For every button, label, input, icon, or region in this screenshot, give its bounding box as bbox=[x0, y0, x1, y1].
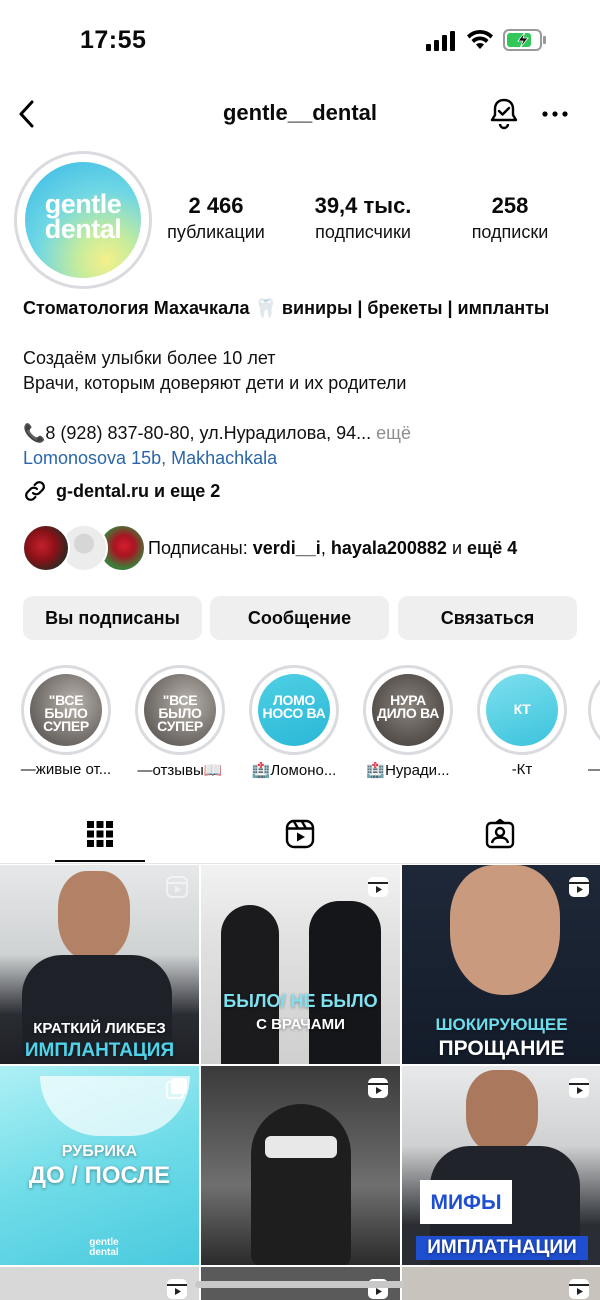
reel-icon bbox=[368, 877, 388, 897]
tab-reels[interactable] bbox=[200, 806, 400, 864]
post-tile[interactable]: КРАТКИЙ ЛИКБЕЗ ИМПЛАНТАЦИЯ bbox=[0, 865, 199, 1064]
avatar-logo-text: gentle dental bbox=[44, 189, 122, 244]
cellular-signal-icon bbox=[426, 31, 455, 51]
profile-tabs bbox=[0, 806, 600, 864]
highlight-label: -Кт bbox=[511, 761, 533, 778]
bio-location-link[interactable]: Lomonosova 15b, Makhachkala bbox=[23, 446, 277, 470]
post-thumbnail-figure bbox=[221, 905, 279, 1064]
notification-bell-icon[interactable] bbox=[488, 96, 520, 130]
highlight-cover-text: "ВСЕ БЫЛО СУПЕР bbox=[157, 692, 203, 734]
highlight-live-reviews[interactable]: "ВСЕ БЫЛО СУПЕР —живые от... bbox=[18, 665, 114, 778]
post-title-line2: ИМПЛАТНАЦИИ bbox=[416, 1236, 588, 1260]
profile-avatar[interactable]: gentle dental bbox=[25, 162, 141, 278]
follower-avatar bbox=[22, 524, 70, 572]
highlight-cover-text: "ВСЕ БЫЛО СУПЕР bbox=[43, 692, 89, 734]
highlight-cover-text: КТ bbox=[513, 701, 531, 717]
reel-icon bbox=[569, 1078, 589, 1098]
highlight-partial[interactable]: — bbox=[588, 665, 600, 785]
tagged-icon bbox=[485, 818, 515, 849]
highlight-label: 🏥Ломоно... bbox=[251, 762, 337, 779]
post-title-line1: МИФЫ bbox=[430, 1191, 502, 1214]
highlight-label: — bbox=[588, 761, 600, 778]
stat-followers-count: 39,4 тыс. bbox=[314, 193, 412, 218]
post-tile[interactable]: ШОКИРУЮЩЕЕ ПРОЩАНИЕ bbox=[402, 865, 600, 1064]
status-time: 17:55 bbox=[80, 26, 147, 54]
highlight-cover-text: ЛОМО НОСО ВА bbox=[262, 692, 326, 721]
stat-posts-count: 2 466 bbox=[188, 193, 244, 218]
reel-icon bbox=[167, 1279, 187, 1299]
post-title-line1: ШОКИРУЮЩЕЕ bbox=[435, 1015, 568, 1034]
post-title-line2: С ВРАЧАМИ bbox=[256, 1016, 345, 1033]
post-title-line1: БЫЛО/ НЕ БЫЛО bbox=[223, 991, 378, 1011]
post-tile[interactable]: БЫЛО/ НЕ БЫЛО С ВРАЧАМИ bbox=[201, 865, 400, 1064]
highlight-label: 🏥Нуради... bbox=[366, 762, 450, 779]
highlight-lomonosova[interactable]: ЛОМО НОСО ВА 🏥Ломоно... bbox=[246, 665, 342, 779]
message-button[interactable]: Сообщение bbox=[210, 596, 389, 640]
bio-contact-line: 📞8 (928) 837-80-80, ул.Нурадилова, 94...… bbox=[23, 421, 411, 445]
post-tile[interactable]: РУБРИКА ДО / ПОСЛЕ gentle dental bbox=[0, 1066, 199, 1265]
highlight-label: —живые от... bbox=[20, 761, 112, 778]
highlight-reviews[interactable]: "ВСЕ БЫЛО СУПЕР —отзывы📖 bbox=[132, 665, 228, 779]
stat-following-count: 258 bbox=[491, 193, 529, 218]
post-title-line2: ДО / ПОСЛЕ bbox=[28, 1162, 171, 1189]
post-thumbnail-figure bbox=[251, 1104, 351, 1265]
stat-followers-label: подписчики bbox=[315, 222, 411, 242]
stat-following[interactable]: 258 подписки bbox=[454, 193, 566, 245]
followed-by-text: Подписаны: verdi__i, hayala200882 и ещё … bbox=[148, 538, 518, 558]
post-title-line1: КРАТКИЙ ЛИКБЕЗ bbox=[33, 1020, 166, 1037]
stat-followers[interactable]: 39,4 тыс. подписчики bbox=[298, 193, 428, 245]
bio-line-1: Создаём улыбки более 10 лет bbox=[23, 348, 276, 368]
post-thumbnail-figure bbox=[450, 865, 560, 995]
post-thumbnail-figure bbox=[466, 1070, 538, 1154]
tab-tagged[interactable] bbox=[400, 806, 600, 864]
highlight-cover-text: НУРА ДИЛО ВА bbox=[376, 692, 440, 721]
post-title-line1: РУБРИКА bbox=[61, 1143, 138, 1160]
reel-icon bbox=[166, 876, 188, 898]
more-options-icon[interactable] bbox=[540, 102, 570, 126]
home-indicator[interactable] bbox=[195, 1281, 405, 1288]
post-tile[interactable] bbox=[0, 1267, 199, 1300]
post-watermark: gentle dental bbox=[89, 1237, 119, 1258]
wifi-icon bbox=[467, 29, 493, 49]
post-thumbnail-blindfold bbox=[265, 1136, 337, 1158]
status-bar: 17:55 bbox=[0, 0, 600, 80]
bio-contact-text: 📞8 (928) 837-80-80, ул.Нурадилова, 94... bbox=[23, 423, 372, 443]
link-icon bbox=[25, 481, 45, 501]
active-tab-indicator bbox=[55, 860, 145, 862]
stat-posts: 2 466 публикации bbox=[156, 193, 276, 245]
post-thumbnail-figure bbox=[58, 871, 130, 961]
following-button[interactable]: Вы подписаны bbox=[23, 596, 202, 640]
profile-display-name: Стоматология Махачкала 🦷 виниры | брекет… bbox=[23, 298, 550, 318]
bio-more-link[interactable]: ещё bbox=[376, 423, 411, 443]
stat-posts-label: публикации bbox=[167, 222, 265, 242]
stat-following-label: подписки bbox=[471, 222, 549, 242]
posts-grid: КРАТКИЙ ЛИКБЕЗ ИМПЛАНТАЦИЯ БЫЛО/ НЕ БЫЛО… bbox=[0, 865, 600, 1300]
post-thumbnail-figure bbox=[309, 901, 381, 1064]
followed-by-row[interactable]: Подписаны: verdi__i, hayala200882 и ещё … bbox=[22, 524, 592, 574]
profile-nav-bar: gentle__dental bbox=[0, 88, 600, 140]
carousel-icon bbox=[166, 1078, 187, 1099]
reel-icon bbox=[368, 1078, 388, 1098]
post-tile[interactable] bbox=[201, 1066, 400, 1265]
post-title-line2: ПРОЩАНИЕ bbox=[438, 1037, 565, 1060]
battery-charging-icon bbox=[503, 29, 546, 51]
tab-posts-grid[interactable] bbox=[0, 806, 200, 864]
profile-avatar-ring[interactable]: gentle dental bbox=[14, 151, 152, 289]
reel-icon bbox=[569, 1279, 589, 1299]
bio-website-link[interactable]: g-dental.ru и еще 2 bbox=[23, 478, 220, 504]
reel-icon bbox=[569, 877, 589, 897]
highlight-kt[interactable]: КТ -Кт bbox=[474, 665, 570, 778]
post-tile[interactable]: МИФЫ ИМПЛАТНАЦИИ bbox=[402, 1066, 600, 1265]
bio-line-2: Врачи, которым доверяют дети и их родите… bbox=[23, 373, 407, 393]
highlight-nuradilova[interactable]: НУРА ДИЛО ВА 🏥Нуради... bbox=[360, 665, 456, 779]
highlight-label: —отзывы📖 bbox=[137, 762, 223, 779]
post-tile[interactable] bbox=[402, 1267, 600, 1300]
post-title-line2: ИМПЛАНТАЦИЯ bbox=[24, 1040, 175, 1061]
grid-icon bbox=[87, 821, 113, 847]
contact-button[interactable]: Связаться bbox=[398, 596, 577, 640]
bio-website-text: g-dental.ru и еще 2 bbox=[56, 480, 221, 501]
reels-icon bbox=[285, 819, 315, 849]
